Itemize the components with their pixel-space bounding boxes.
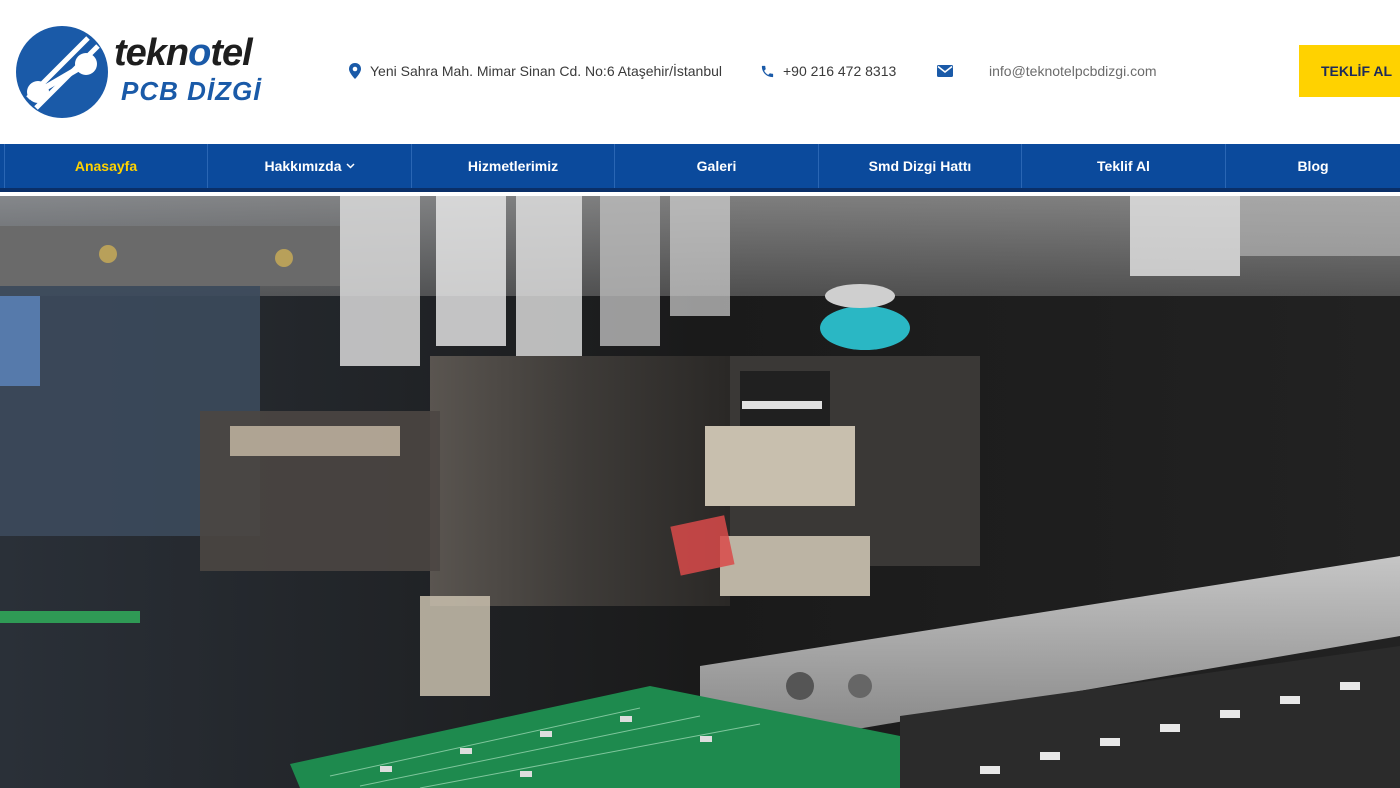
nav-item-blog[interactable]: Blog: [1226, 144, 1400, 188]
email-text[interactable]: info@teknotelpcbdizgi.com: [989, 63, 1157, 79]
nav-item-hakkimizda[interactable]: Hakkımızda: [208, 144, 412, 188]
nav-item-anasayfa[interactable]: Anasayfa: [5, 144, 208, 188]
nav-item-label: Anasayfa: [74, 158, 138, 174]
hero-image: [0, 196, 1400, 788]
brand-logo[interactable]: teknotel PCB DİZGİ: [14, 22, 274, 122]
nav-item-label: Smd Dizgi Hattı: [868, 158, 972, 174]
chevron-down-icon: [345, 163, 355, 169]
quote-button-label: TEKLİF AL: [1321, 63, 1393, 79]
site-header: teknotel PCB DİZGİ Yeni Sahra Mah. Mimar…: [0, 0, 1400, 144]
nav-item-teklif-al[interactable]: Teklif Al: [1022, 144, 1226, 188]
nav-item-label: Hakkımızda: [264, 158, 342, 174]
smd-machine-photo: [0, 196, 1400, 788]
main-nav: Anasayfa Hakkımızda Hizmetlerimiz Galeri…: [0, 144, 1400, 192]
phone-icon: [761, 65, 774, 77]
phone-text[interactable]: +90 216 472 8313: [783, 63, 896, 79]
brand-name: teknotel: [114, 32, 253, 74]
address-text: Yeni Sahra Mah. Mimar Sinan Cd. No:6 Ata…: [370, 63, 723, 79]
nav-item-hizmetlerimiz[interactable]: Hizmetlerimiz: [412, 144, 615, 188]
envelope-icon: [937, 65, 953, 77]
address-info: Yeni Sahra Mah. Mimar Sinan Cd. No:6 Ata…: [348, 60, 722, 82]
email-info[interactable]: info@teknotelpcbdizgi.com: [937, 60, 1157, 82]
nav-item-smd-dizgi-hatti[interactable]: Smd Dizgi Hattı: [819, 144, 1022, 188]
pcb-trace-logo-icon: [16, 26, 108, 118]
phone-info[interactable]: +90 216 472 8313: [760, 60, 896, 82]
nav-item-galeri[interactable]: Galeri: [615, 144, 819, 188]
nav-item-label: Teklif Al: [1097, 158, 1150, 174]
brand-subtitle: PCB DİZGİ: [121, 76, 262, 106]
quote-button[interactable]: TEKLİF AL: [1299, 45, 1400, 97]
nav-item-label: Hizmetlerimiz: [467, 158, 559, 174]
nav-item-label: Blog: [1297, 158, 1329, 174]
nav-item-label: Galeri: [696, 158, 737, 174]
location-pin-icon: [349, 63, 361, 79]
